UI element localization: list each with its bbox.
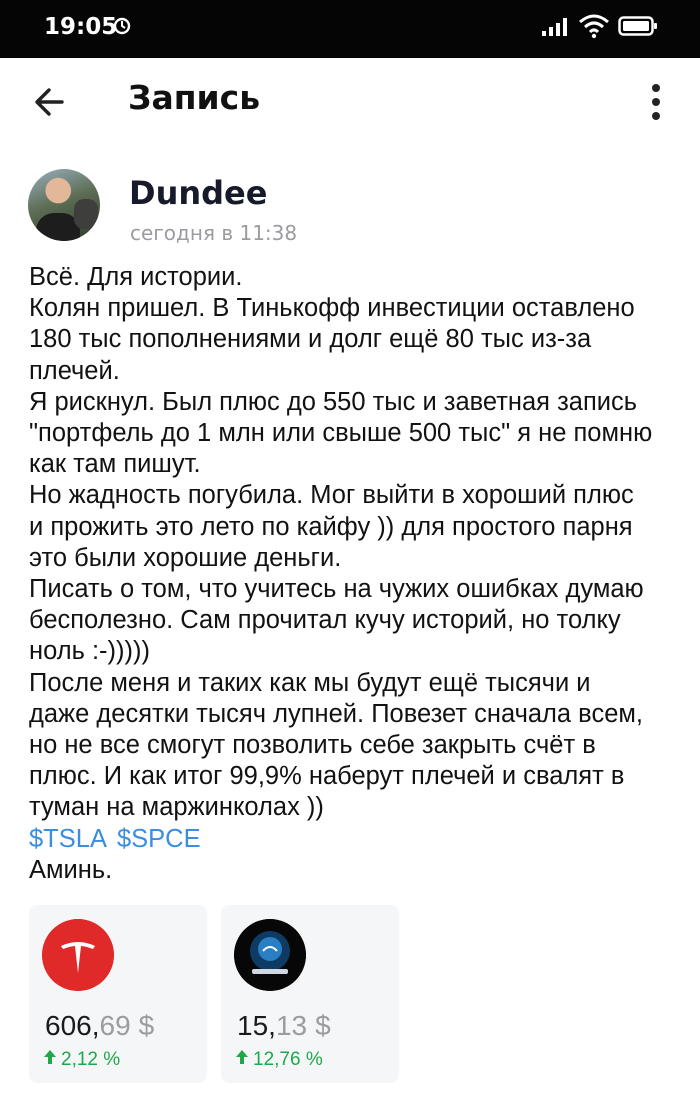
post-closing: Аминь. <box>29 855 113 884</box>
price-integer: 15, <box>237 1010 276 1041</box>
author-avatar[interactable] <box>28 169 100 241</box>
ticker-change: 12,76 % <box>235 1049 323 1071</box>
post-line: плечей. <box>29 356 120 385</box>
change-percent: 12,76 % <box>253 1049 323 1070</box>
ticker-card-spce[interactable]: 15,13 $ 12,76 % <box>221 905 399 1083</box>
post-line: как там пишут. <box>29 450 201 479</box>
post-line: бесполезно. Сам прочитал кучу историй, н… <box>29 606 621 635</box>
ticker-change: 2,12 % <box>43 1049 120 1071</box>
post-timestamp: сегодня в 11:38 <box>130 221 298 245</box>
virgin-galactic-logo-icon <box>234 919 306 991</box>
post-line: Колян пришел. В Тинькофф инвестиции оста… <box>29 294 635 323</box>
post-line: Но жадность погубила. Мог выйти в хороши… <box>29 481 634 510</box>
back-arrow-icon[interactable] <box>24 76 76 128</box>
change-percent: 2,12 % <box>61 1049 121 1070</box>
ticker-price: 15,13 $ <box>237 1010 331 1042</box>
ticker-price: 606,69 $ <box>45 1010 154 1042</box>
tesla-logo-icon <box>42 919 114 991</box>
app-bar: Запись <box>0 58 700 148</box>
price-cents: 69 <box>99 1010 131 1041</box>
price-currency: $ <box>315 1010 331 1041</box>
alarm-icon <box>113 17 131 35</box>
ticker-links: $TSLA $SPCE <box>29 824 679 855</box>
post-line: туман на маржинколах )) <box>29 793 324 822</box>
post-line: даже десятки тысяч лупней. Повезет снача… <box>29 699 643 728</box>
price-currency: $ <box>138 1010 155 1041</box>
wifi-icon <box>579 14 609 39</box>
post-line: плюс. И как итог 99,9% наберут плечей и … <box>29 762 625 791</box>
post-line: ноль :-))))) <box>29 637 150 666</box>
avatar-dog <box>74 199 98 229</box>
signal-icon <box>542 18 567 36</box>
post-line: это были хорошие деньги. <box>29 543 342 572</box>
status-time: 19:05 <box>44 14 118 40</box>
post-line: но не все смогут позволить себе закрыть … <box>29 731 596 760</box>
price-cents: 13 <box>275 1010 308 1041</box>
ticker-link-spce[interactable]: $SPCE <box>117 825 201 853</box>
arrow-up-icon <box>236 1050 248 1064</box>
ticker-card-tsla[interactable]: 606,69 $ 2,12 % <box>29 905 207 1083</box>
post-line: Всё. Для истории. <box>29 263 243 291</box>
arrow-up-icon <box>44 1050 56 1064</box>
post-line: и прожить это лето по кайфу )) для прост… <box>29 512 633 541</box>
battery-icon <box>618 16 657 36</box>
ticker-link-tsla[interactable]: $TSLA <box>29 825 107 853</box>
status-bar: 19:05 <box>0 0 700 58</box>
author-name[interactable]: Dundee <box>129 174 267 212</box>
post-body: Всё. Для истории. Колян пришел. В Тинько… <box>29 262 679 886</box>
post-line: 180 тыс пополнениями и долг ещё 80 тыс и… <box>29 325 592 354</box>
post-line: Я рискнул. Был плюс до 550 тыс и заветна… <box>29 387 638 416</box>
more-options-icon[interactable] <box>638 80 674 124</box>
post-line: Писать о том, что учитесь на чужих ошибк… <box>29 575 644 604</box>
post-line: После меня и таких как мы будут ещё тыся… <box>29 668 591 697</box>
post-line: "портфель до 1 млн или свыше 500 тыс" я … <box>29 419 653 448</box>
price-integer: 606, <box>45 1010 100 1041</box>
page-title: Запись <box>128 78 261 117</box>
